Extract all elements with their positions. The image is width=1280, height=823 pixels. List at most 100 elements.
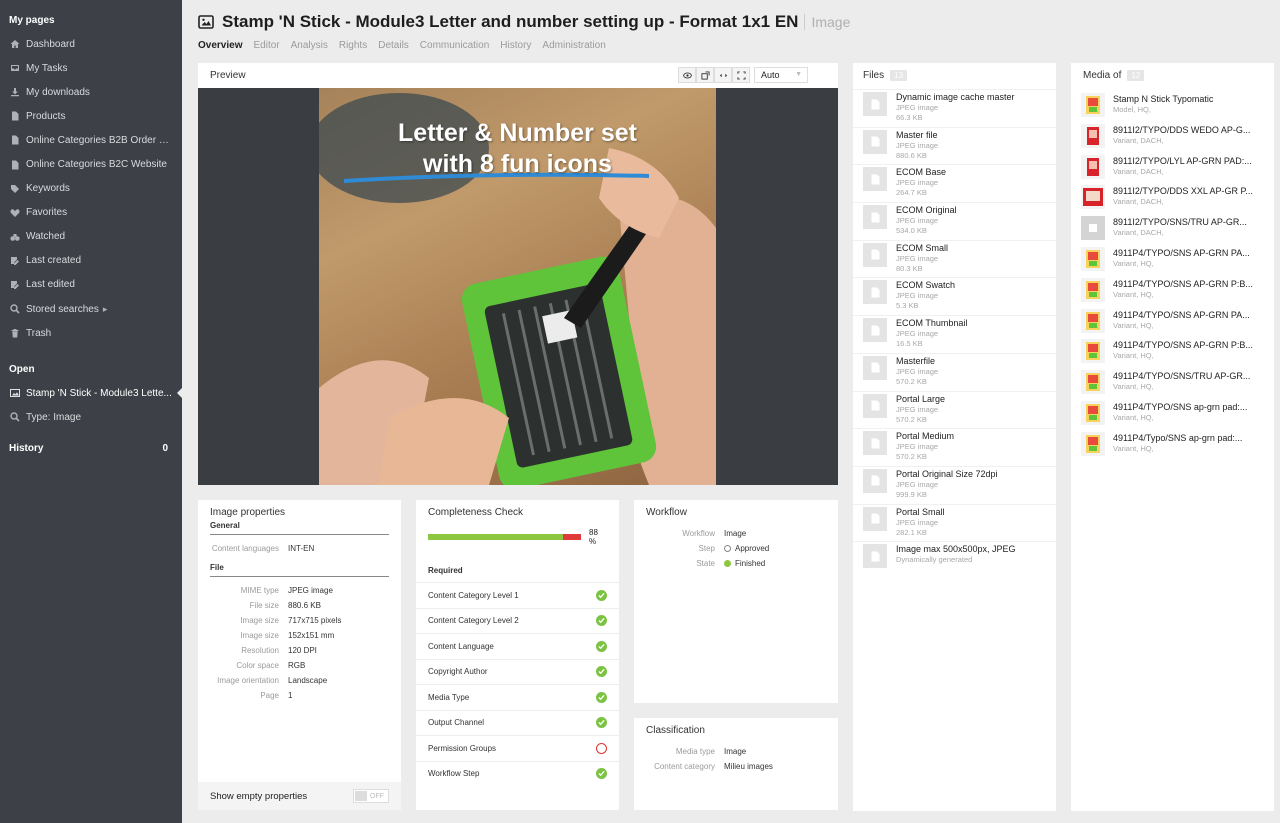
fit-width-button[interactable]	[714, 67, 732, 83]
media-sub: Variant, HQ,	[1113, 289, 1154, 299]
history-heading-row[interactable]: History 0	[0, 441, 182, 457]
file-row[interactable]: Portal Small JPEG image 282.1 KB	[853, 503, 1056, 542]
completeness-item-label: Output Channel	[428, 718, 485, 728]
preview-image[interactable]: Letter & Number set with 8 fun icons	[319, 88, 716, 485]
workflow-value-wrap: Approved	[724, 544, 769, 553]
file-row[interactable]: ECOM Base JPEG image 264.7 KB	[853, 164, 1056, 202]
tag-icon	[9, 183, 20, 194]
tab-communication[interactable]: Communication	[420, 40, 489, 51]
sidebar-item[interactable]: Keywords	[0, 177, 182, 201]
media-sub: Variant, DACH,	[1113, 197, 1164, 207]
files-panel: Files 13 Dynamic image cache master JPEG i…	[853, 63, 1056, 811]
property-value: Landscape	[288, 676, 328, 685]
file-row[interactable]: Portal Original Size 72dpi JPEG image 999.…	[853, 465, 1056, 504]
media-row[interactable]: 4911P4/TYPO/SNS AP-GRN PA... Variant, HQ,	[1071, 244, 1274, 275]
completeness-items: Content Category Level 1 Content Category…	[416, 582, 619, 786]
file-icon	[863, 393, 887, 418]
sidebar-item[interactable]: Trash	[0, 321, 182, 345]
search-icon	[9, 304, 20, 315]
sidebar-item[interactable]: Products	[0, 104, 182, 128]
file-row[interactable]: ECOM Small JPEG image 80.3 KB	[853, 239, 1056, 278]
sidebar-item[interactable]: Stored searches ▸	[0, 297, 182, 321]
sidebar-item[interactable]: Last created	[0, 249, 182, 273]
tab-rights[interactable]: Rights	[339, 40, 367, 51]
file-row[interactable]: ECOM Swatch JPEG image 5.3 KB	[853, 277, 1056, 315]
media-sub: Variant, HQ,	[1113, 258, 1154, 268]
sidebar-item[interactable]: My Tasks	[0, 56, 182, 80]
property-row: MIME type JPEG image	[198, 583, 401, 598]
completeness-item: Copyright Author	[416, 658, 619, 685]
classification-key: Content category	[654, 762, 715, 771]
file-info: Portal Medium JPEG image 570.2 KB	[896, 431, 954, 462]
file-size: 80.3 KB	[896, 263, 923, 273]
sidebar-item[interactable]: Online Categories B2C Website	[0, 152, 182, 176]
media-row[interactable]: 4911P4/TYPO/SNS AP-GRN PA... Variant, HQ,	[1071, 306, 1274, 337]
file-info: Image max 500x500px, JPEG Dynamically gen…	[896, 544, 1016, 565]
media-row[interactable]: 8911I2/TYPO/DDS XXL AP-GR P... Variant, D…	[1071, 182, 1274, 213]
sidebar-item[interactable]: Favorites	[0, 201, 182, 225]
tab-analysis[interactable]: Analysis	[291, 40, 328, 51]
file-type: JPEG image	[896, 479, 939, 489]
media-row[interactable]: 4911P4/TYPO/SNS AP-GRN P:B... Variant, HQ…	[1071, 275, 1274, 306]
sidebar-item[interactable]: Last edited	[0, 273, 182, 297]
view-button[interactable]	[678, 67, 696, 83]
file-name: Masterfile	[896, 355, 936, 366]
file-row[interactable]: Image max 500x500px, JPEG Dynamically gen…	[853, 541, 1056, 579]
property-value: 1	[288, 691, 293, 700]
fullscreen-button[interactable]	[732, 67, 750, 83]
media-row[interactable]: Stamp N Stick Typomatic Model, HQ,	[1071, 90, 1274, 121]
file-row[interactable]: ECOM Original JPEG image 534.0 KB	[853, 202, 1056, 240]
sidebar-item[interactable]: Watched	[0, 225, 182, 249]
inbox-icon	[9, 63, 20, 74]
file-row[interactable]: Dynamic image cache master JPEG image 66.3…	[853, 89, 1056, 127]
property-row: File size 880.6 KB	[198, 598, 401, 613]
file-type: JPEG image	[896, 442, 939, 452]
tab-administration[interactable]: Administration	[542, 40, 605, 51]
overlay-line-2: with 8 fun icons	[423, 150, 612, 178]
media-row[interactable]: 4911P4/Typo/SNS ap-grn pad:... Variant, H…	[1071, 429, 1274, 460]
media-name: Stamp N Stick Typomatic	[1113, 94, 1214, 104]
sidebar-item[interactable]: Dashboard	[0, 32, 182, 56]
open-heading: Open	[9, 364, 35, 376]
media-name: 4911P4/TYPO/SNS AP-GRN P:B...	[1113, 340, 1253, 351]
file-row[interactable]: ECOM Thumbnail JPEG image 16.5 KB	[853, 315, 1056, 353]
sidebar-item[interactable]: Stamp 'N Stick - Module3 Lette...	[0, 381, 182, 405]
completeness-item: Media Type	[416, 684, 619, 710]
tab-overview[interactable]: Overview	[198, 40, 242, 51]
tab-editor[interactable]: Editor	[253, 40, 279, 51]
file-row[interactable]: Portal Medium JPEG image 570.2 KB	[853, 428, 1056, 466]
file-row[interactable]: Master file JPEG image 880.6 KB	[853, 126, 1056, 165]
media-row[interactable]: 4911P4/TYPO/SNS ap-grn pad:... Variant, H…	[1071, 398, 1274, 429]
sidebar-item[interactable]: My downloads	[0, 80, 182, 104]
media-name: 4911P4/Typo/SNS ap-grn pad:...	[1113, 432, 1243, 443]
property-row: Resolution 120 DPI	[198, 643, 401, 658]
general-subheading: General	[210, 521, 240, 530]
file-row[interactable]: Masterfile JPEG image 570.2 KB	[853, 352, 1056, 391]
file-row[interactable]: Portal Large JPEG image 570.2 KB	[853, 390, 1056, 429]
show-empty-toggle[interactable]: OFF	[353, 789, 389, 803]
zoom-select[interactable]: Auto ▼	[754, 67, 808, 83]
file-type: JPEG image	[896, 253, 939, 263]
completeness-item-label: Media Type	[428, 692, 470, 702]
file-size: 999.9 KB	[896, 489, 927, 499]
media-info: 4911P4/TYPO/SNS/TRU AP-GR... Variant, HQ,	[1113, 370, 1263, 392]
general-properties: Content languages INT-EN	[198, 541, 401, 556]
property-row: Image size 717x715 pixels	[198, 613, 401, 628]
property-value: INT-EN	[288, 544, 315, 553]
divider	[210, 576, 389, 577]
media-row[interactable]: 8911I2/TYPO/SNS/TRU AP-GR... Variant, DAC…	[1071, 213, 1274, 244]
file-subheading: File	[210, 563, 224, 572]
sidebar-item[interactable]: Type: Image	[0, 405, 182, 429]
media-row[interactable]: 4911P4/TYPO/SNS/TRU AP-GR... Variant, HQ,	[1071, 367, 1274, 398]
tab-details[interactable]: Details	[378, 40, 409, 51]
sidebar-item[interactable]: Online Categories B2B Order M...	[0, 128, 182, 152]
crop-button[interactable]	[696, 67, 714, 83]
workflow-row: Step Approved	[634, 541, 838, 556]
tab-history[interactable]: History	[500, 40, 531, 51]
media-row[interactable]: 8911I2/TYPO/DDS WEDO AP-G... Variant, DAC…	[1071, 121, 1274, 152]
media-row[interactable]: 4911P4/TYPO/SNS AP-GRN P:B... Variant, HQ…	[1071, 336, 1274, 367]
sidebar-item-label: Stamp 'N Stick - Module3 Lette...	[26, 387, 172, 399]
file-type: Dynamically generated	[896, 555, 973, 565]
media-row[interactable]: 8911I2/TYPO/LYL AP-GRN PAD:... Variant, D…	[1071, 152, 1274, 183]
property-value: 152x151 mm	[288, 631, 335, 640]
